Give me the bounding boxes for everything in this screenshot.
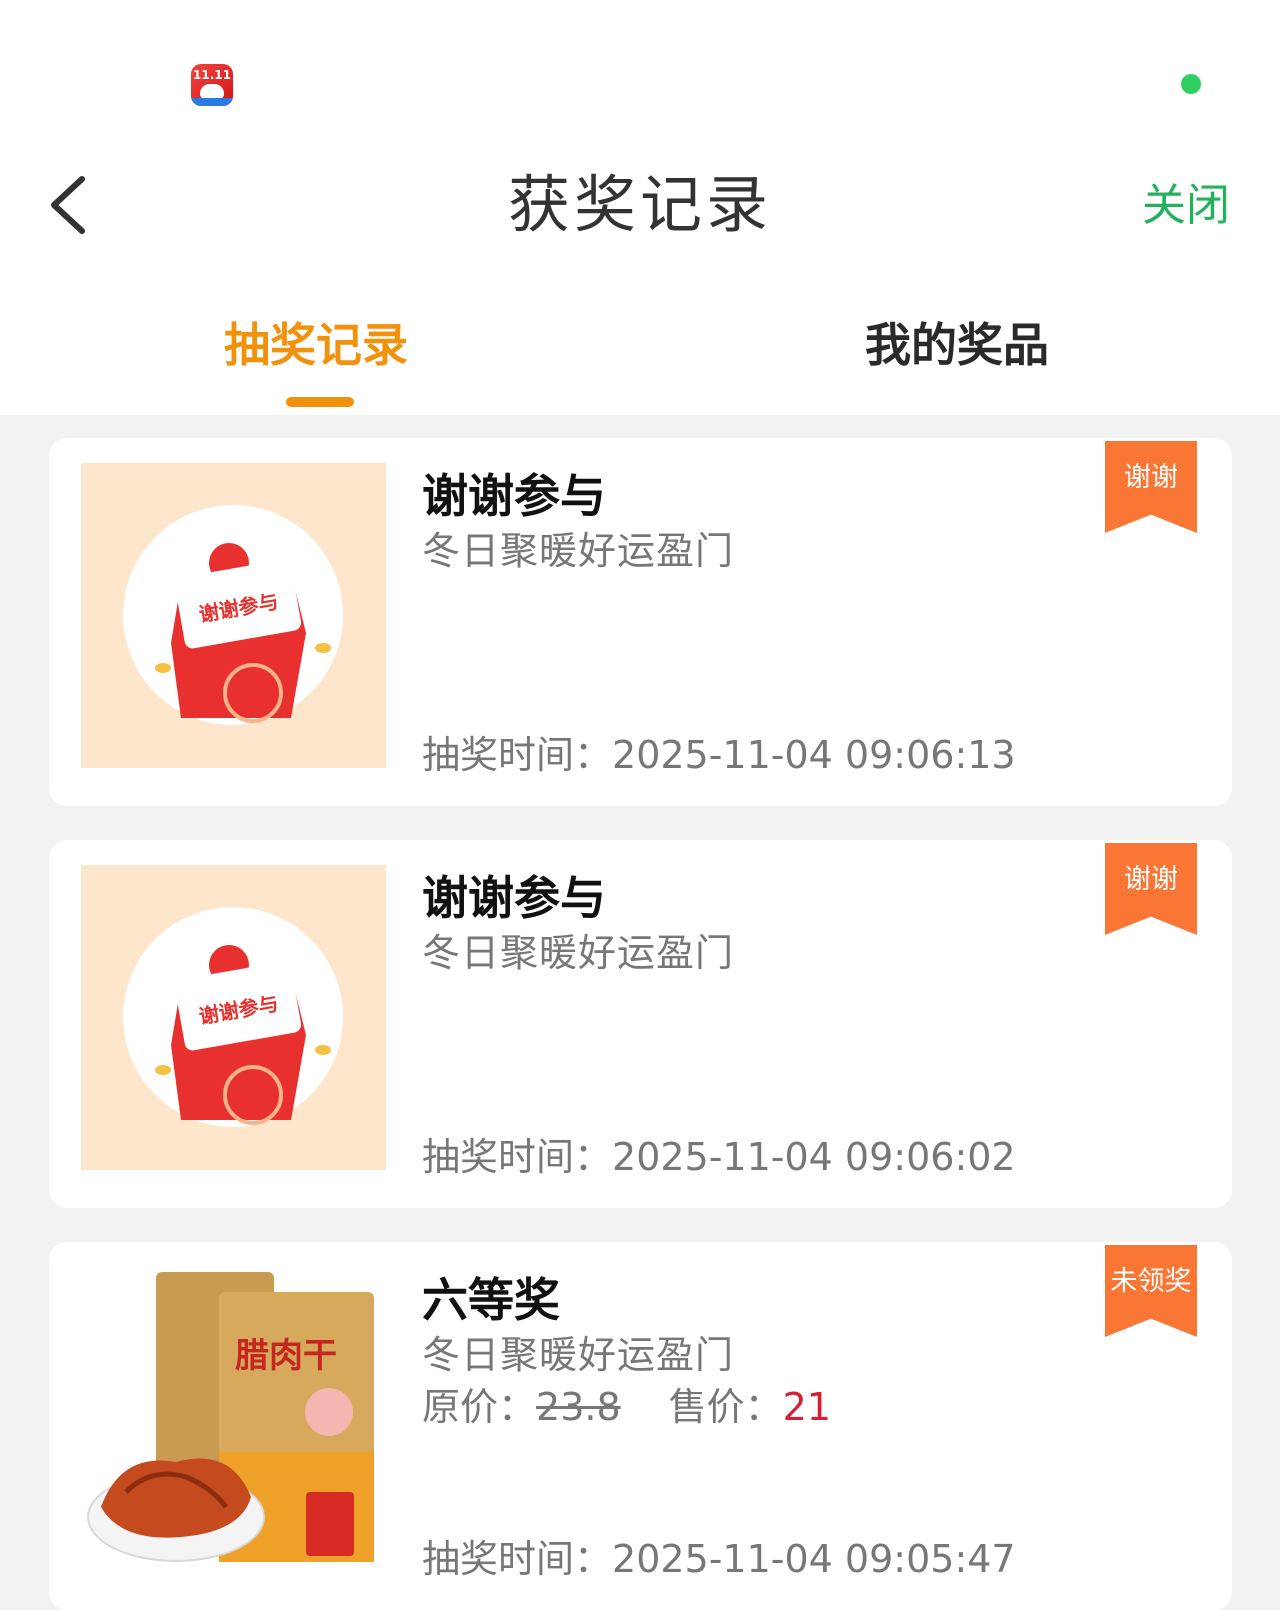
active-tab-indicator bbox=[286, 397, 354, 407]
tab-draw-records[interactable]: 抽奖记录 bbox=[224, 300, 408, 390]
record-title: 谢谢参与 bbox=[422, 469, 606, 523]
record-subtitle: 冬日聚暖好运盈门 bbox=[422, 931, 735, 975]
svg-text:腊肉干: 腊肉干 bbox=[235, 1336, 337, 1376]
record-price: 原价：23.8 售价：21 bbox=[422, 1385, 831, 1429]
nav-bar: 获奖记录 关闭 bbox=[0, 150, 1280, 260]
original-price: 23.8 bbox=[536, 1385, 621, 1429]
status-badge: 谢谢 bbox=[1105, 843, 1197, 935]
status-badge: 谢谢 bbox=[1105, 441, 1197, 533]
shopping-festival-app-icon: 11.11 bbox=[191, 64, 233, 106]
tab-my-prizes[interactable]: 我的奖品 bbox=[865, 300, 1049, 390]
sale-price: 21 bbox=[782, 1385, 831, 1429]
tab-bar: 抽奖记录 我的奖品 bbox=[0, 300, 1280, 415]
top-area: 11.11 获奖记录 关闭 抽奖记录 我的奖品 bbox=[0, 0, 1280, 415]
record-subtitle: 冬日聚暖好运盈门 bbox=[422, 529, 735, 573]
close-button[interactable]: 关闭 bbox=[1142, 178, 1230, 234]
thank-you-envelope-image: 谢谢参与 bbox=[81, 865, 386, 1170]
thank-you-envelope-image: 谢谢参与 bbox=[81, 463, 386, 768]
record-title: 六等奖 bbox=[422, 1273, 560, 1327]
record-title: 谢谢参与 bbox=[422, 871, 606, 925]
status-indicator-dot bbox=[1181, 74, 1201, 94]
record-time: 抽奖时间：2025-11-04 09:06:02 bbox=[422, 1135, 1016, 1179]
record-card[interactable]: 谢谢参与 谢谢参与 冬日聚暖好运盈门 抽奖时间：2025-11-04 09:06… bbox=[49, 840, 1232, 1208]
record-time: 抽奖时间：2025-11-04 09:05:47 bbox=[422, 1537, 1016, 1581]
status-badge: 未领奖 bbox=[1105, 1245, 1197, 1337]
record-time: 抽奖时间：2025-11-04 09:06:13 bbox=[422, 733, 1016, 777]
jerky-product-image: 腊肉干 bbox=[81, 1267, 386, 1572]
record-card[interactable]: 腊肉干 六等奖 冬日聚暖好运盈门 原价：23.8 售价：21 抽奖时间：2025-… bbox=[49, 1242, 1232, 1610]
record-card[interactable]: 谢谢参与 谢谢参与 冬日聚暖好运盈门 抽奖时间：2025-11-04 09:06… bbox=[49, 438, 1232, 806]
record-subtitle: 冬日聚暖好运盈门 bbox=[422, 1333, 735, 1377]
page-title: 获奖记录 bbox=[507, 168, 772, 241]
status-bar: 11.11 bbox=[0, 0, 1280, 140]
